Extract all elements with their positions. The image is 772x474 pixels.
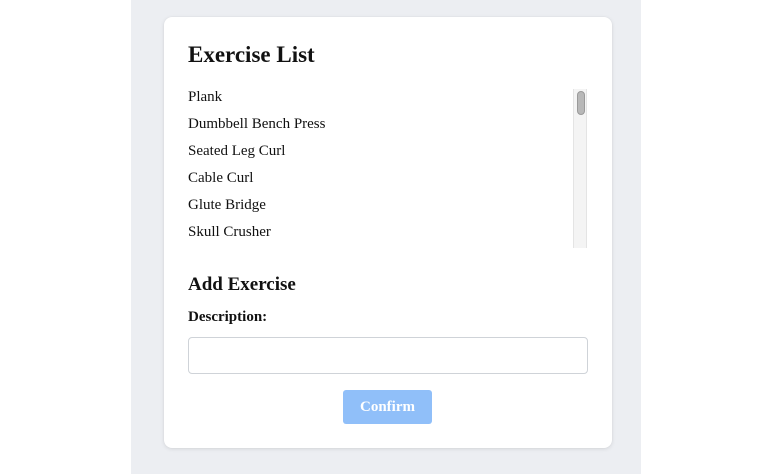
list-item: Cable Curl bbox=[188, 170, 254, 186]
list-item: Seated Leg Curl bbox=[188, 143, 286, 159]
exercise-list: Plank Dumbbell Bench Press Seated Leg Cu… bbox=[188, 88, 588, 248]
description-input[interactable] bbox=[188, 337, 588, 374]
list-item: Glute Bridge bbox=[188, 197, 266, 213]
exercise-list-title: Exercise List bbox=[188, 42, 315, 67]
list-item: Dumbbell Bench Press bbox=[188, 116, 326, 132]
confirm-button[interactable]: Confirm bbox=[343, 390, 432, 424]
list-scrollbar[interactable] bbox=[573, 89, 587, 248]
description-label: Description: bbox=[188, 309, 268, 325]
add-exercise-title: Add Exercise bbox=[188, 274, 296, 295]
exercise-list-box[interactable]: Plank Dumbbell Bench Press Seated Leg Cu… bbox=[188, 88, 588, 248]
list-item: Plank bbox=[188, 89, 223, 105]
scrollbar-thumb[interactable] bbox=[577, 91, 585, 115]
list-item: Skull Crusher bbox=[188, 224, 271, 240]
exercise-card: Exercise List Plank Dumbbell Bench Press… bbox=[164, 17, 612, 448]
